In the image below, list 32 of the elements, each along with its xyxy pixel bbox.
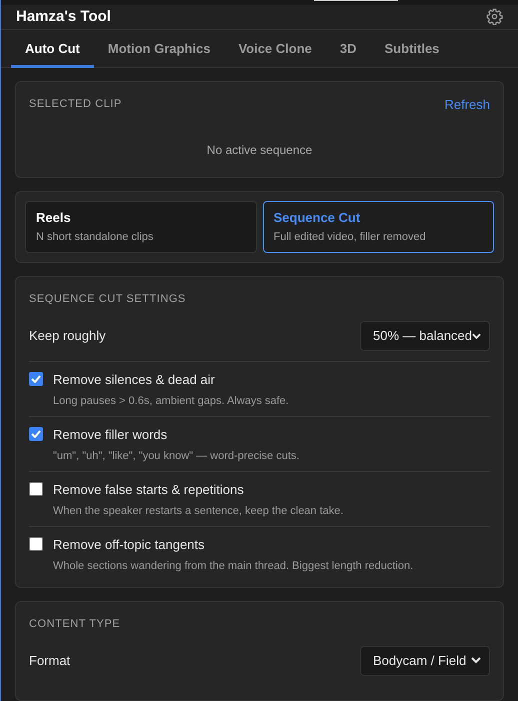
option-description: "um", "uh", "like", "you know" — word-precise cuts. — [53, 448, 300, 464]
checkbox[interactable] — [29, 427, 43, 441]
chevron-down-icon — [472, 332, 481, 340]
tab[interactable]: Auto Cut — [11, 30, 94, 68]
mode-option[interactable]: Reels N short standalone clips — [25, 200, 256, 252]
tab[interactable]: 3D — [326, 30, 371, 68]
field-label: Keep roughly — [29, 327, 106, 346]
app-title: Hamza's Tool — [16, 6, 111, 27]
option-description: Long pauses > 0.6s, ambient gaps. Always safe. — [53, 394, 289, 408]
field-label: Format — [29, 652, 70, 670]
option-label: Remove silences & dead air — [53, 371, 216, 389]
tab[interactable]: Voice Clone — [224, 30, 326, 68]
section-heading: CONTENT TYPE — [29, 617, 122, 632]
section-heading: SEQUENCE CUT SETTINGS — [29, 292, 187, 306]
option-description: When the speaker restarts a sentence, keep the clean take. — [53, 504, 344, 518]
option-label: Remove filler words — [53, 426, 168, 444]
tab[interactable]: Motion Graphics — [94, 30, 224, 68]
format-dropdown[interactable]: Bodycam / Field — [360, 646, 490, 676]
option-label: Remove off-topic tangents — [53, 536, 206, 554]
option-label: Remove false starts & repetitions — [53, 481, 245, 499]
checkbox[interactable] — [29, 482, 43, 496]
section-heading: SELECTED CLIP — [29, 97, 122, 112]
keep-dropdown[interactable]: 50% — balanced — [360, 321, 490, 351]
settings-icon[interactable] — [486, 8, 503, 26]
tab[interactable]: Subtitles — [370, 30, 454, 68]
empty-message: No active sequence — [206, 142, 314, 159]
option-description: Whole sections wandering from the main thread. Biggest length reduction. — [53, 558, 414, 574]
chevron-down-icon — [471, 657, 481, 664]
checkbox[interactable] — [29, 372, 43, 386]
checkbox[interactable] — [29, 537, 43, 551]
mode-option[interactable]: Sequence Cut Full edited video, filler removed — [262, 200, 494, 252]
refresh-link[interactable]: Refresh — [444, 94, 490, 114]
